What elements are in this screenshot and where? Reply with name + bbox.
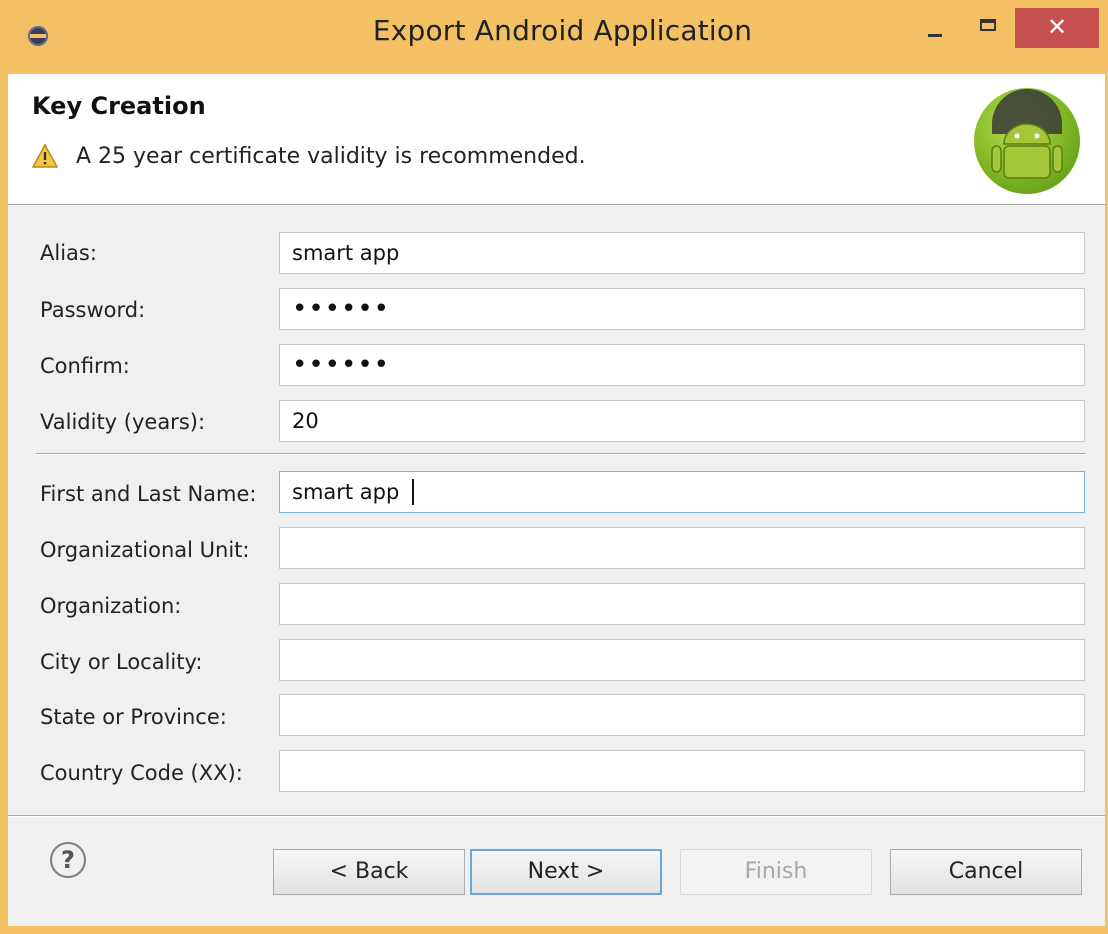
alias-field[interactable] <box>279 232 1085 274</box>
cancel-button[interactable]: Cancel <box>890 849 1082 895</box>
title-bar[interactable]: Export Android Application ✕ <box>0 0 1108 70</box>
first-last-name-label: First and Last Name: <box>40 482 257 506</box>
state-label: State or Province: <box>40 705 227 729</box>
validity-label: Validity (years): <box>40 410 206 434</box>
dialog-client-area: Key Creation A 25 year certificate valid… <box>8 74 1105 926</box>
help-icon: ? <box>61 846 75 874</box>
organization-label: Organization: <box>40 594 182 618</box>
back-button[interactable]: < Back <box>273 849 465 895</box>
confirm-password-field[interactable]: •••••• <box>279 344 1085 386</box>
password-field[interactable]: •••••• <box>279 288 1085 330</box>
city-field[interactable] <box>279 639 1085 681</box>
validity-field[interactable] <box>279 400 1085 442</box>
button-bar-separator <box>8 815 1105 817</box>
next-button[interactable]: Next > <box>470 849 662 895</box>
city-label: City or Locality: <box>40 650 203 674</box>
header-message: A 25 year certificate validity is recomm… <box>76 144 586 169</box>
help-button[interactable]: ? <box>50 842 86 878</box>
password-label: Password: <box>40 298 146 322</box>
minimize-button[interactable] <box>912 8 958 48</box>
organization-field[interactable] <box>279 583 1085 625</box>
org-unit-field[interactable] <box>279 527 1085 569</box>
close-button[interactable]: ✕ <box>1015 8 1099 48</box>
state-field[interactable] <box>279 694 1085 736</box>
text-caret <box>412 479 414 505</box>
finish-button[interactable]: Finish <box>680 849 872 895</box>
android-logo-icon <box>974 88 1080 194</box>
maximize-button[interactable] <box>966 8 1012 48</box>
form-separator <box>36 453 1086 455</box>
alias-label: Alias: <box>40 241 97 265</box>
wizard-header: Key Creation A 25 year certificate valid… <box>8 74 1105 205</box>
page-title: Key Creation <box>32 92 206 120</box>
first-last-name-field[interactable] <box>279 471 1085 513</box>
confirm-label: Confirm: <box>40 354 130 378</box>
org-unit-label: Organizational Unit: <box>40 538 250 562</box>
warning-icon <box>32 144 58 168</box>
dialog-window: Export Android Application ✕ Key Creatio… <box>0 0 1108 934</box>
country-code-label: Country Code (XX): <box>40 761 243 785</box>
country-code-field[interactable] <box>279 750 1085 792</box>
close-icon: ✕ <box>1046 13 1068 41</box>
